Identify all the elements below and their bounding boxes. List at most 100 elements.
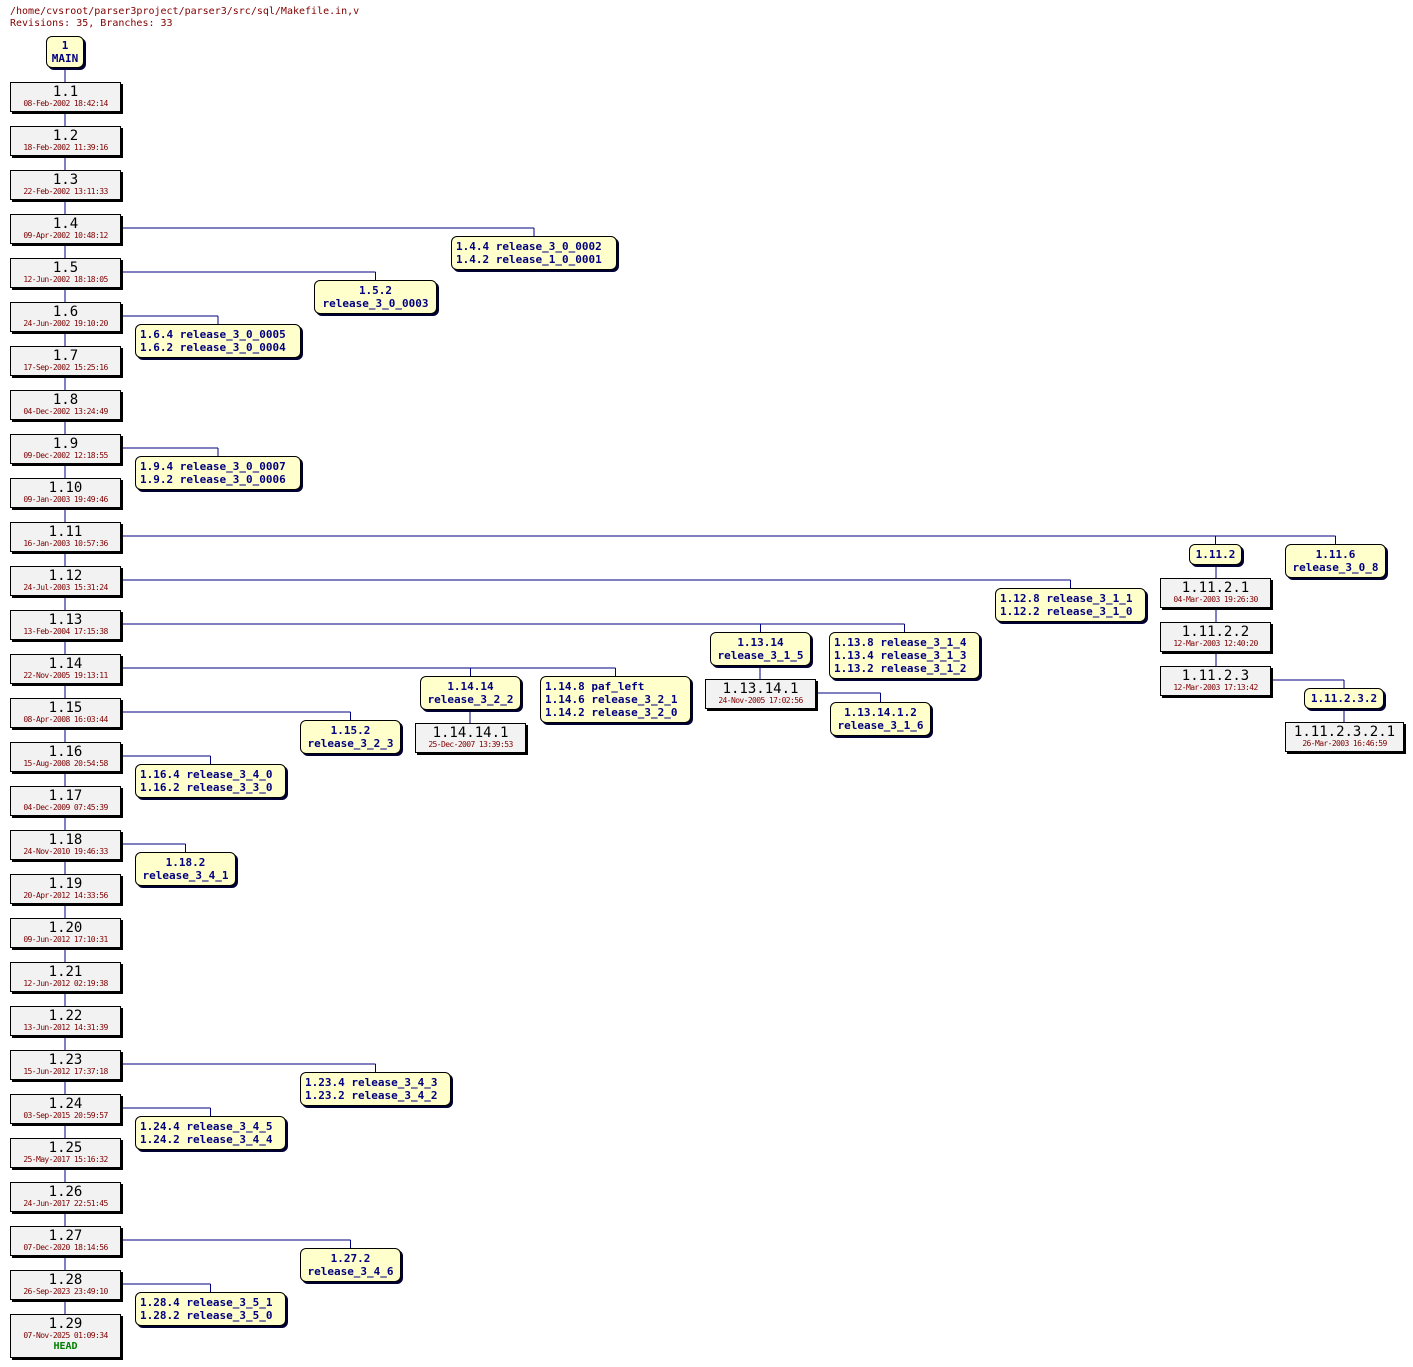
branch-label[interactable]: 1.11.2 bbox=[1189, 544, 1242, 565]
revision-number: 1.27 bbox=[48, 1228, 83, 1244]
revision-box[interactable]: 1.20 09-Jun-2012 17:10:31 bbox=[10, 918, 121, 948]
revision-box[interactable]: 1.7 17-Sep-2002 15:25:16 bbox=[10, 346, 121, 376]
branch-tag-line: release_3_2_3 bbox=[307, 737, 394, 750]
revision-number: 1.7 bbox=[52, 348, 79, 364]
revision-number: 1.14 bbox=[48, 656, 83, 672]
branch-tag-line: 1.13.8 release_3_1_4 bbox=[834, 636, 967, 649]
revision-box[interactable]: 1.2 18-Feb-2002 11:39:16 bbox=[10, 126, 121, 156]
branch-label[interactable]: 1.13.14.1.2 release_3_1_6 bbox=[830, 702, 931, 736]
revision-number: 1.16 bbox=[48, 744, 83, 760]
revision-box[interactable]: 1.24 03-Sep-2015 20:59:57 bbox=[10, 1094, 121, 1124]
branch-revision-box[interactable]: 1.11.2.3.2.1 26-Mar-2003 16:46:59 bbox=[1285, 722, 1404, 752]
branch-tag-line: 1.4.2 release_1_0_0001 bbox=[456, 253, 602, 266]
revision-box[interactable]: 1.13 13-Feb-2004 17:15:38 bbox=[10, 610, 121, 640]
branch-tag-line: release_3_4_1 bbox=[142, 869, 229, 882]
revision-date: 09-Dec-2002 12:18:55 bbox=[23, 451, 108, 460]
revision-number: 1.28 bbox=[48, 1272, 83, 1288]
revision-box[interactable]: 1.12 24-Jul-2003 15:31:24 bbox=[10, 566, 121, 596]
revision-date: 12-Jun-2012 02:19:38 bbox=[23, 979, 108, 988]
branch-label[interactable]: 1.4.4 release_3_0_0002 1.4.2 release_1_0_… bbox=[451, 236, 617, 270]
revision-number: 1.13 bbox=[48, 612, 83, 628]
branch-revision-box[interactable]: 1.11.2.2 12-Mar-2003 12:40:20 bbox=[1160, 622, 1271, 652]
revision-number: 1.1 bbox=[52, 84, 79, 100]
branch-label[interactable]: 1.15.2 release_3_2_3 bbox=[300, 720, 401, 754]
revision-number: 1.11.2.3 bbox=[1181, 668, 1250, 684]
branch-tag-line: 1.16.4 release_3_4_0 bbox=[140, 768, 273, 781]
revision-box[interactable]: 1.3 22-Feb-2002 13:11:33 bbox=[10, 170, 121, 200]
revision-box[interactable]: 1.5 12-Jun-2002 18:18:05 bbox=[10, 258, 121, 288]
revision-box[interactable]: 1.9 09-Dec-2002 12:18:55 bbox=[10, 434, 121, 464]
branch-revision-box[interactable]: 1.13.14.1 24-Nov-2005 17:02:56 bbox=[705, 679, 816, 709]
revision-box[interactable]: 1.21 12-Jun-2012 02:19:38 bbox=[10, 962, 121, 992]
revision-box[interactable]: 1.8 04-Dec-2002 13:24:49 bbox=[10, 390, 121, 420]
revision-box[interactable]: 1.22 13-Jun-2012 14:31:39 bbox=[10, 1006, 121, 1036]
branch-tag-line: 1.13.14.1.2 bbox=[844, 706, 917, 719]
revision-date: 09-Jun-2012 17:10:31 bbox=[23, 935, 108, 944]
branch-tag-line: 1.15.2 bbox=[330, 724, 371, 737]
revision-box[interactable]: 1.28 26-Sep-2023 23:49:10 bbox=[10, 1270, 121, 1300]
revision-number: 1.3 bbox=[52, 172, 79, 188]
revision-box[interactable]: 1.29 07-Nov-2025 01:09:34 HEAD bbox=[10, 1314, 121, 1358]
branch-label[interactable]: 1.14.14 release_3_2_2 bbox=[420, 676, 521, 710]
branch-label[interactable]: 1.9.4 release_3_0_0007 1.9.2 release_3_0_… bbox=[135, 456, 301, 490]
branch-label[interactable]: 1.13.14 release_3_1_5 bbox=[710, 632, 811, 666]
revision-number: 1.15 bbox=[48, 700, 83, 716]
revision-number: 1.17 bbox=[48, 788, 83, 804]
branch-revision-box[interactable]: 1.11.2.3 12-Mar-2003 17:13:42 bbox=[1160, 666, 1271, 696]
branch-tag-line: release_3_1_5 bbox=[717, 649, 804, 662]
revision-number: 1.2 bbox=[52, 128, 79, 144]
revision-box[interactable]: 1.10 09-Jan-2003 19:49:46 bbox=[10, 478, 121, 508]
revision-box[interactable]: 1.17 04-Dec-2009 07:45:39 bbox=[10, 786, 121, 816]
branch-tag-line: 1.23.2 release_3_4_2 bbox=[305, 1089, 438, 1102]
revision-number: 1.9 bbox=[52, 436, 79, 452]
revision-box[interactable]: 1.4 09-Apr-2002 10:48:12 bbox=[10, 214, 121, 244]
branch-label[interactable]: 1.27.2 release_3_4_6 bbox=[300, 1248, 401, 1282]
revision-number: 1.13.14.1 bbox=[722, 681, 799, 697]
branch-label[interactable]: 1.16.4 release_3_4_0 1.16.2 release_3_3_0 bbox=[135, 764, 286, 798]
branch-label[interactable]: 1.14.8 paf_left 1.14.6 release_3_2_1 1.14.… bbox=[540, 676, 691, 723]
branch-label[interactable]: 1.24.4 release_3_4_5 1.24.2 release_3_4_4 bbox=[135, 1116, 286, 1150]
branch-root-main[interactable]: 1 MAIN bbox=[46, 36, 84, 68]
revision-date: 16-Jan-2003 10:57:36 bbox=[23, 539, 108, 548]
revision-number: 1.10 bbox=[48, 480, 83, 496]
revision-box[interactable]: 1.14 22-Nov-2005 19:13:11 bbox=[10, 654, 121, 684]
revision-box[interactable]: 1.27 07-Dec-2020 18:14:56 bbox=[10, 1226, 121, 1256]
revision-date: 13-Jun-2012 14:31:39 bbox=[23, 1023, 108, 1032]
revision-date: 20-Apr-2012 14:33:56 bbox=[23, 891, 108, 900]
revision-box[interactable]: 1.19 20-Apr-2012 14:33:56 bbox=[10, 874, 121, 904]
revision-box[interactable]: 1.23 15-Jun-2012 17:37:18 bbox=[10, 1050, 121, 1080]
revision-box[interactable]: 1.25 25-May-2017 15:16:32 bbox=[10, 1138, 121, 1168]
branch-label[interactable]: 1.11.2.3.2 bbox=[1304, 688, 1384, 709]
revision-box[interactable]: 1.26 24-Jun-2017 22:51:45 bbox=[10, 1182, 121, 1212]
branch-label[interactable]: 1.18.2 release_3_4_1 bbox=[135, 852, 236, 886]
branch-tag-line: 1.13.2 release_3_1_2 bbox=[834, 662, 967, 675]
revision-number: 1.11.2.1 bbox=[1181, 580, 1250, 596]
branch-tag-line: 1.6.4 release_3_0_0005 bbox=[140, 328, 286, 341]
revision-box[interactable]: 1.6 24-Jun-2002 19:10:20 bbox=[10, 302, 121, 332]
revision-number: 1.21 bbox=[48, 964, 83, 980]
revision-date: 24-Jun-2002 19:10:20 bbox=[23, 319, 108, 328]
branch-revision-box[interactable]: 1.11.2.1 04-Mar-2003 19:26:30 bbox=[1160, 578, 1271, 608]
revision-number: 1.26 bbox=[48, 1184, 83, 1200]
branch-tag-line: 1.5.2 bbox=[358, 284, 393, 297]
revision-date: 08-Apr-2008 16:03:44 bbox=[23, 715, 108, 724]
revision-box[interactable]: 1.1 08-Feb-2002 18:42:14 bbox=[10, 82, 121, 112]
branch-label[interactable]: 1.11.6 release_3_0_8 bbox=[1285, 544, 1386, 578]
revision-date: 08-Feb-2002 18:42:14 bbox=[23, 99, 108, 108]
revision-date: 18-Feb-2002 11:39:16 bbox=[23, 143, 108, 152]
branch-label[interactable]: 1.5.2 release_3_0_0003 bbox=[314, 280, 437, 314]
revision-date: 24-Jul-2003 15:31:24 bbox=[23, 583, 108, 592]
revision-box[interactable]: 1.16 15-Aug-2008 20:54:58 bbox=[10, 742, 121, 772]
branch-label[interactable]: 1.13.8 release_3_1_4 1.13.4 release_3_1_3… bbox=[829, 632, 980, 679]
revision-number: 1.5 bbox=[52, 260, 79, 276]
branch-tag-line: release_3_0_8 bbox=[1292, 561, 1379, 574]
revision-date: 12-Mar-2003 12:40:20 bbox=[1173, 639, 1258, 648]
branch-label[interactable]: 1.12.8 release_3_1_1 1.12.2 release_3_1_0 bbox=[995, 588, 1146, 622]
revision-box[interactable]: 1.18 24-Nov-2010 19:46:33 bbox=[10, 830, 121, 860]
branch-label[interactable]: 1.6.4 release_3_0_0005 1.6.2 release_3_0_… bbox=[135, 324, 301, 358]
revision-box[interactable]: 1.11 16-Jan-2003 10:57:36 bbox=[10, 522, 121, 552]
branch-label[interactable]: 1.28.4 release_3_5_1 1.28.2 release_3_5_0 bbox=[135, 1292, 286, 1326]
branch-revision-box[interactable]: 1.14.14.1 25-Dec-2007 13:39:53 bbox=[415, 723, 526, 753]
branch-label[interactable]: 1.23.4 release_3_4_3 1.23.2 release_3_4_2 bbox=[300, 1072, 451, 1106]
revision-box[interactable]: 1.15 08-Apr-2008 16:03:44 bbox=[10, 698, 121, 728]
